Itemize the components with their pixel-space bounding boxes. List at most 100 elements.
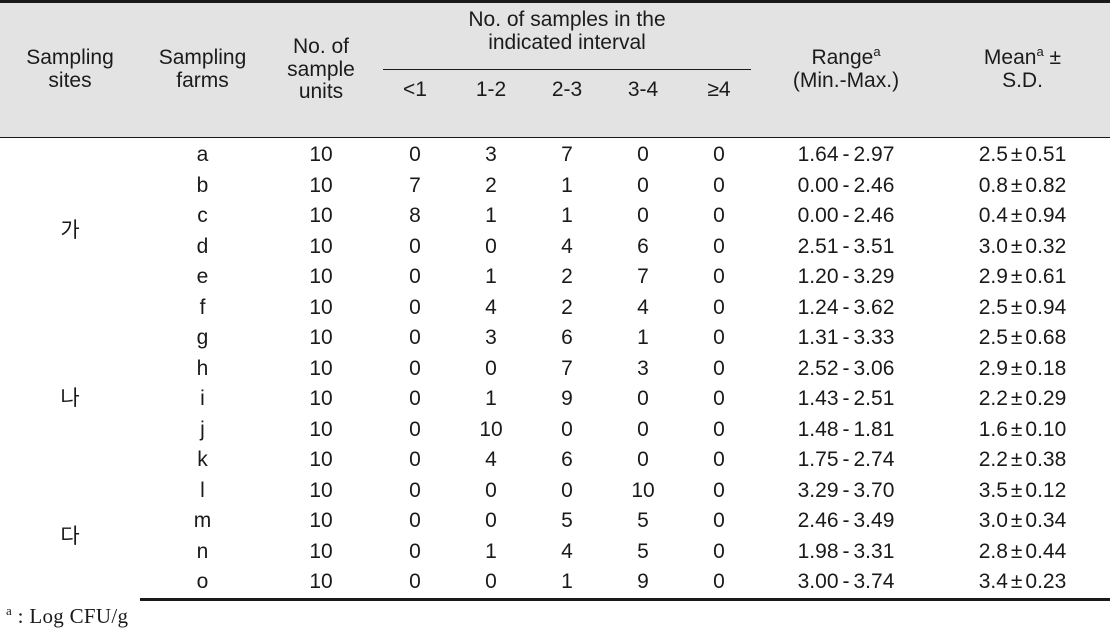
interval-1-2-cell: 2 bbox=[485, 173, 497, 197]
mean-cell: 2.2 ±0.29 bbox=[935, 384, 1110, 415]
interval-group-head: No. of samples in the indicated interval… bbox=[377, 3, 757, 137]
range-cell: 3.00-3.74 bbox=[757, 567, 935, 601]
mean-value: 2.5 bbox=[978, 295, 1008, 319]
mean-cell: 3.4 ±0.23 bbox=[935, 567, 1110, 601]
units-cell: 10 bbox=[309, 448, 333, 471]
interval-lt1-cell: 0 bbox=[409, 326, 421, 349]
interval-1-2-cell: 0 bbox=[485, 234, 497, 258]
range-cell: 2.46-3.49 bbox=[757, 506, 935, 537]
interval-group-line2: indicated interval bbox=[488, 30, 646, 54]
sampling-farms-line2: farms bbox=[176, 69, 229, 92]
range-min: 2.51 bbox=[797, 234, 839, 258]
plus-minus-sign: ± bbox=[1010, 295, 1023, 319]
col-header-interval-lt1: <1 bbox=[403, 78, 427, 101]
col-header-interval-3-4: 3-4 bbox=[627, 78, 659, 101]
range-separator: - bbox=[842, 265, 850, 288]
range-min: 1.24 bbox=[797, 295, 839, 319]
range-max: 3.62 bbox=[853, 295, 895, 319]
interval-cells: 8 1 1 0 0 bbox=[377, 201, 757, 232]
range-label-text: Range bbox=[811, 46, 874, 70]
table-row: n 10 0 1 4 5 0 1.98-3.31 2.8 ±0.44 bbox=[0, 537, 1110, 568]
interval-ge4-cell: 0 bbox=[713, 539, 725, 563]
interval-1-2-cell: 1 bbox=[485, 387, 497, 410]
interval-lt1-cell: 7 bbox=[409, 173, 421, 197]
interval-2-3-cell: 1 bbox=[561, 173, 573, 197]
interval-ge4-cell: 0 bbox=[713, 478, 725, 502]
sampling-results-table: Sampling sites Sampling farms No. of sam… bbox=[0, 0, 1110, 601]
interval-1-2-cell: 1 bbox=[485, 539, 497, 563]
interval-1-2-cell: 3 bbox=[485, 143, 497, 166]
table-row: d 10 0 0 4 6 0 2.51-3.51 3.0 ±0.32 bbox=[0, 232, 1110, 263]
plus-minus-sign: ± bbox=[1010, 356, 1023, 380]
interval-cells: 0 4 6 0 0 bbox=[377, 445, 757, 476]
interval-lt1-cell: 0 bbox=[409, 417, 421, 441]
mean-plus-minus: ± bbox=[1043, 46, 1062, 70]
table-footnote: a : Log CFU/g bbox=[0, 601, 1110, 629]
range-footnote-mark: a bbox=[873, 44, 881, 60]
interval-lt1-cell: 0 bbox=[409, 143, 421, 166]
interval-2-3-cell: 2 bbox=[561, 295, 573, 319]
range-cell: 3.29-3.70 bbox=[757, 476, 935, 507]
range-max: 3.31 bbox=[853, 539, 895, 563]
range-min: 3.29 bbox=[797, 478, 839, 502]
interval-group-title: No. of samples in the indicated interval bbox=[377, 8, 757, 54]
sampling-sites-line2: sites bbox=[48, 69, 92, 92]
range-separator: - bbox=[842, 295, 850, 319]
col-header-interval-1-2: 1-2 bbox=[475, 78, 507, 101]
interval-3-4-cell: 10 bbox=[631, 478, 655, 502]
col-header-sampling-sites: Sampling sites bbox=[0, 0, 140, 138]
table-row: 가 a 10 0 3 7 0 0 1.64-2.97 2.5 ±0.51 bbox=[0, 138, 1110, 242]
mean-cell: 2.8 ±0.44 bbox=[935, 537, 1110, 568]
interval-2-3-cell: 7 bbox=[561, 356, 573, 380]
range-min: 0.00 bbox=[797, 173, 839, 197]
plus-minus-sign: ± bbox=[1010, 326, 1023, 349]
mean-value: 1.6 bbox=[978, 417, 1008, 441]
interval-cells: 0 0 1 9 0 bbox=[377, 567, 757, 601]
interval-ge4-cell: 0 bbox=[713, 204, 725, 227]
farm-cell: c bbox=[197, 204, 208, 227]
range-separator: - bbox=[842, 417, 850, 441]
interval-2-3-cell: 2 bbox=[561, 265, 573, 288]
units-cell: 10 bbox=[309, 234, 333, 258]
plus-minus-sign: ± bbox=[1010, 417, 1023, 441]
sd-value: 0.18 bbox=[1025, 356, 1067, 380]
sd-value: 0.34 bbox=[1025, 509, 1067, 532]
range-min: 2.46 bbox=[797, 509, 839, 532]
interval-lt1-cell: 0 bbox=[409, 448, 421, 471]
range-max: 1.81 bbox=[853, 417, 895, 441]
mean-cell: 2.9 ±0.61 bbox=[935, 262, 1110, 293]
mean-cell: 2.5 ±0.68 bbox=[935, 323, 1110, 354]
mean-cell: 3.0 ±0.34 bbox=[935, 506, 1110, 537]
interval-2-3-cell: 7 bbox=[561, 143, 573, 166]
mean-value: 3.4 bbox=[978, 570, 1008, 593]
interval-ge4-cell: 0 bbox=[713, 234, 725, 258]
range-min: 1.98 bbox=[797, 539, 839, 563]
farm-cell: b bbox=[196, 173, 209, 197]
mean-value: 2.8 bbox=[978, 539, 1008, 563]
table-row: e 10 0 1 2 7 0 1.20-3.29 2.9 ±0.61 bbox=[0, 262, 1110, 293]
interval-cells: 0 1 2 7 0 bbox=[377, 262, 757, 293]
range-max: 2.51 bbox=[853, 387, 895, 410]
plus-minus-sign: ± bbox=[1010, 204, 1023, 227]
interval-ge4-cell: 0 bbox=[713, 173, 725, 197]
range-min: 2.52 bbox=[797, 356, 839, 380]
table-row: i 10 0 1 9 0 0 1.43-2.51 2.2 ±0.29 bbox=[0, 384, 1110, 415]
interval-cells: 0 10 0 0 0 bbox=[377, 415, 757, 446]
table-row: b 10 7 2 1 0 0 0.00-2.46 0.8 ±0.82 bbox=[0, 171, 1110, 202]
range-label-line1: Rangea bbox=[757, 44, 935, 70]
mean-cell: 2.5 ±0.94 bbox=[935, 293, 1110, 324]
range-separator: - bbox=[842, 570, 850, 593]
range-max: 2.74 bbox=[853, 448, 895, 471]
units-cell: 10 bbox=[309, 326, 333, 349]
interval-lt1-cell: 0 bbox=[409, 234, 421, 258]
interval-1-2-cell: 1 bbox=[485, 204, 497, 227]
sd-value: 0.68 bbox=[1025, 326, 1067, 349]
table-row: 나 g 10 0 3 6 1 0 1.31-3.33 2.5 ±0.68 bbox=[0, 323, 1110, 410]
mean-cell: 0.4 ±0.94 bbox=[935, 201, 1110, 232]
range-separator: - bbox=[842, 326, 850, 349]
range-min: 3.00 bbox=[797, 570, 839, 593]
interval-cells: 0 0 4 6 0 bbox=[377, 232, 757, 263]
site-label-2: 나 bbox=[60, 387, 80, 410]
mean-footnote-mark: a bbox=[1036, 44, 1044, 60]
farm-cell: a bbox=[196, 143, 209, 166]
